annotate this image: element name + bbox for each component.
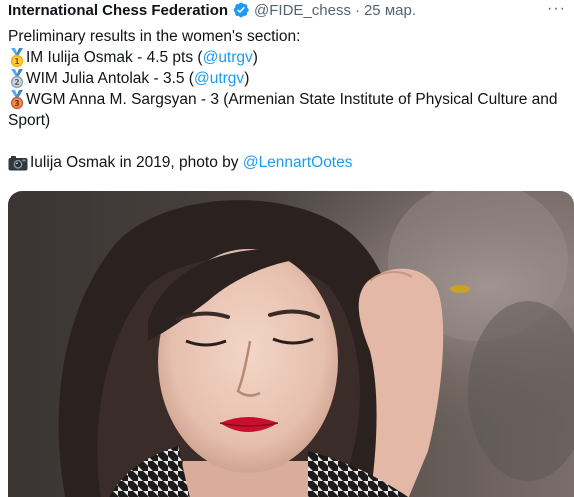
tweet-header: International Chess Federation @FIDE_che… [8,0,566,20]
mention-link[interactable]: @utrgv [203,49,253,66]
silver-medal-icon: 2 [8,68,26,89]
medal-place-number: 3 [14,99,19,108]
author-name[interactable]: International Chess Federation [8,2,228,19]
gold-medal-icon: 1 [8,47,26,68]
tweet-photo[interactable] [8,191,574,497]
result-text: WGM Anna M. Sargsyan - 3 (Armenian State… [8,91,558,129]
medal-place-number: 2 [14,78,19,87]
intro-line: Preliminary results in the women's secti… [8,28,301,45]
tweet-date[interactable]: 25 мар. [364,2,416,19]
result-row-1: 1 IM Iulija Osmak - 4.5 pts (@utrgv) [8,47,568,68]
camera-icon [8,152,30,173]
result-text: WIM Julia Antolak - 3.5 ( [26,70,194,87]
result-row-2: 2 WIM Julia Antolak - 3.5 (@utrgv) [8,68,568,89]
photographer-link[interactable]: @LennartOotes [243,154,353,171]
result-suffix: ) [252,49,258,66]
result-text: IM Iulija Osmak - 4.5 pts ( [26,49,203,66]
caption-text: Iulija Osmak in 2019, photo by [30,154,243,171]
photo-caption: Iulija Osmak in 2019, photo by @LennartO… [8,152,568,173]
verified-badge-icon [232,1,250,19]
author-handle[interactable]: @FIDE_chess [254,2,351,19]
medal-place-number: 1 [14,57,19,66]
mention-link[interactable]: @utrgv [194,70,244,87]
result-suffix: ) [244,70,250,87]
bronze-medal-icon: 3 [8,89,26,110]
tweet-text: Preliminary results in the women's secti… [8,26,568,173]
separator-dot: · [354,1,360,19]
tweet: International Chess Federation @FIDE_che… [0,0,574,497]
result-row-3: 3 WGM Anna M. Sargsyan - 3 (Armenian Sta… [8,89,568,131]
more-options-icon[interactable]: ··· [542,0,566,20]
